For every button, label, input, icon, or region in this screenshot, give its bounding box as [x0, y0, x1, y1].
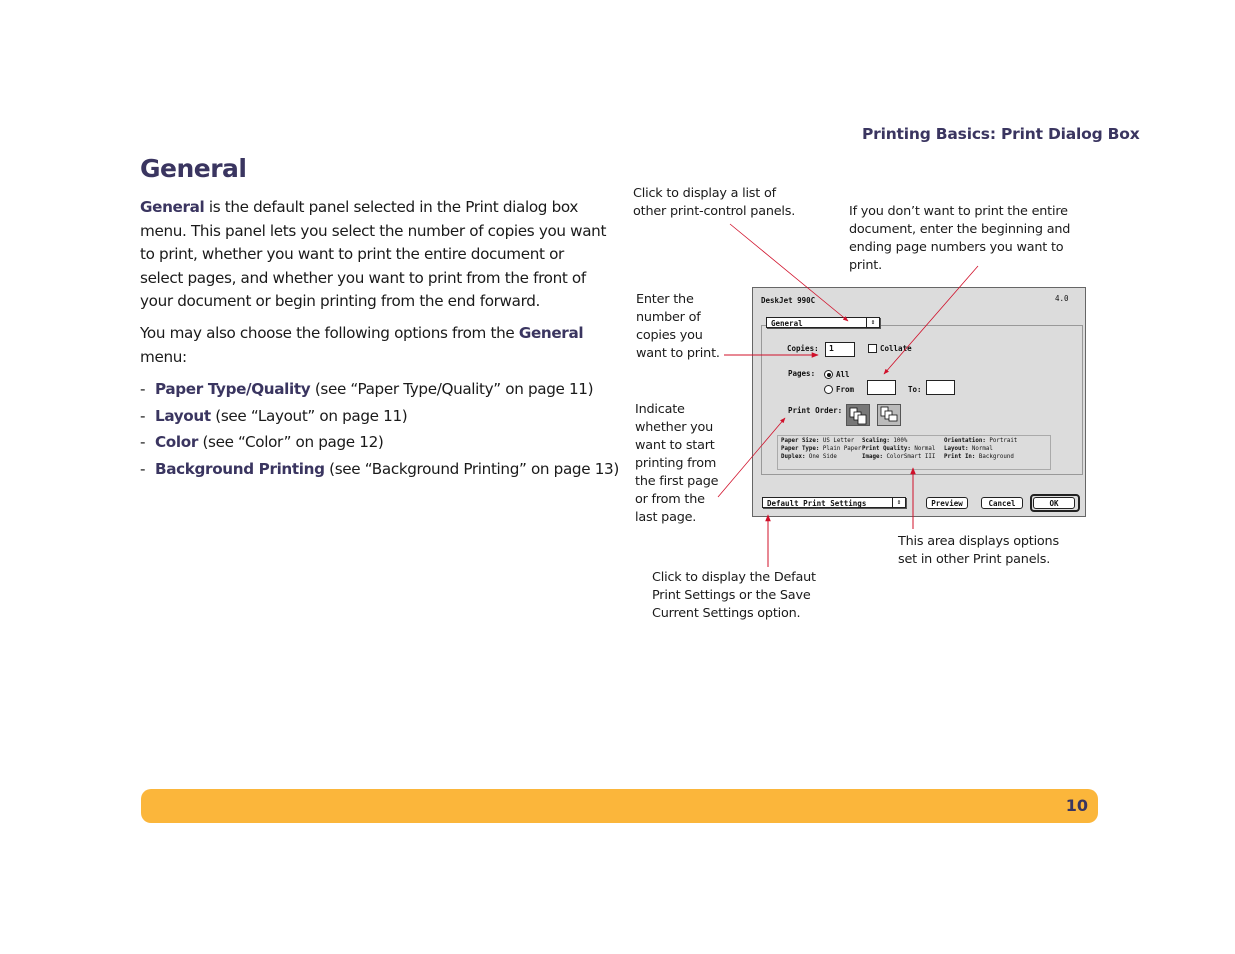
callout-order-line — [717, 417, 786, 498]
page-number: 10 — [1065, 796, 1088, 815]
callout-pages-line — [883, 265, 979, 375]
callout-panels-line — [729, 223, 849, 322]
footer-bar: 10 — [141, 789, 1098, 823]
